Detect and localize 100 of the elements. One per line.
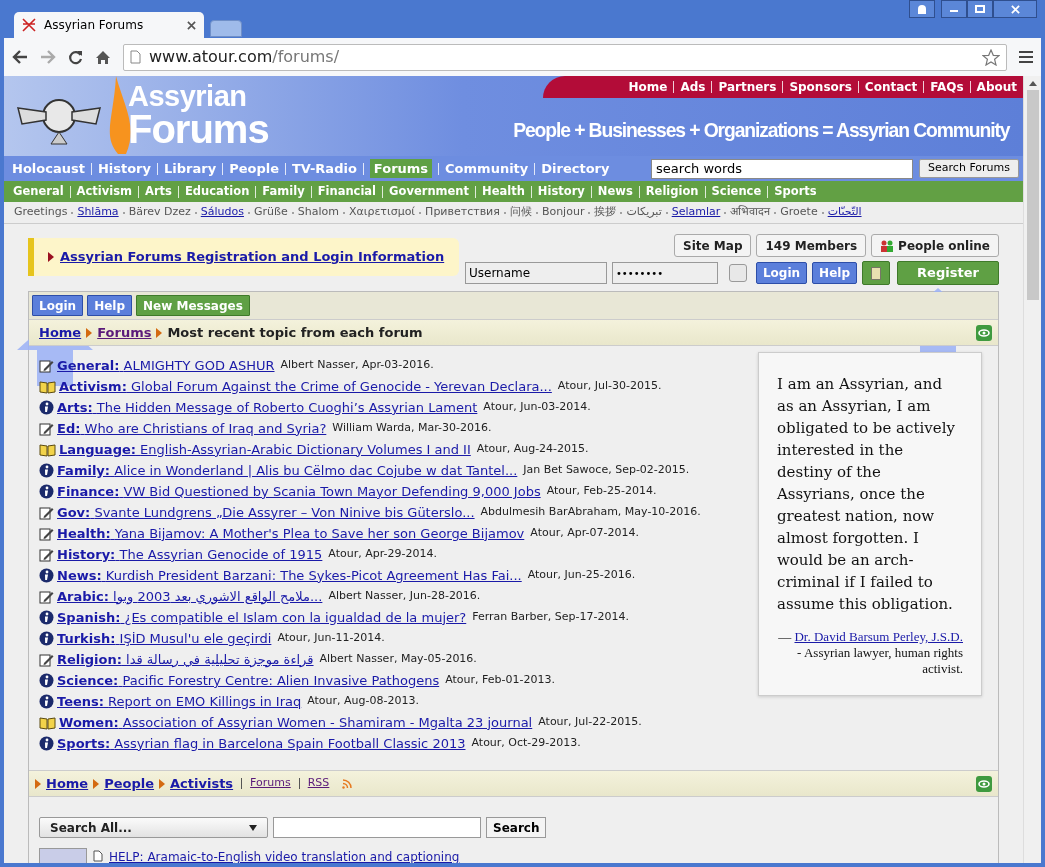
greeting-link[interactable]: Shlāma (77, 204, 119, 221)
info-icon (39, 631, 54, 646)
search-forums-button[interactable]: Search Forums (919, 159, 1019, 178)
top-link[interactable]: Ads (680, 78, 706, 96)
star-icon[interactable] (982, 48, 1000, 66)
forum-topic-link[interactable]: Arts: The Hidden Message of Roberto Cuoghi’s Assyrian Lament (57, 397, 478, 418)
forum-topic-link[interactable]: Gov: Svante Lundgrens „Die Assyrer – Von Ninive bis Güterslo... (57, 502, 475, 523)
toolbar-button[interactable]: Help (87, 295, 133, 316)
footer-link[interactable]: Forums (250, 775, 291, 792)
key-icon[interactable] (862, 261, 890, 285)
author-link[interactable]: Dr. David Barsum Perley, J.S.D. (794, 629, 963, 644)
quote-text: I am an Assyrian, and as an Assyrian, I am obligated to be actively interested in the destiny of the Assyrians, once the greatest nation, now almost forgotten. I would be an arch-criminal if I failed to assume this obligation. (777, 374, 956, 615)
info-icon (39, 736, 54, 751)
scroll-thumb[interactable] (1026, 90, 1039, 300)
post-meta: Jan Bet Sawoce, Sep-02-2015. (523, 462, 690, 479)
forum-topic-link[interactable]: Teens: Report on EMO Killings in Iraq (57, 691, 302, 712)
search-field[interactable]: search words (651, 158, 914, 179)
refresh-icon[interactable] (976, 775, 992, 792)
greeting-text: Greetings (14, 204, 68, 221)
forum-topic-link[interactable]: Women: Association of Assyrian Women - Shamiram - Mgalta 23 journal (59, 712, 533, 733)
info-button[interactable]: 149 Members (756, 234, 867, 257)
pencil-note-icon (39, 652, 54, 667)
top-link[interactable]: Partners (718, 78, 777, 96)
forum-topic-link[interactable]: General: ALMIGHTY GOD ASHUR (57, 355, 275, 376)
breadcrumb-link[interactable]: Forums (97, 322, 152, 343)
greeting-text: Bärev Dzez (128, 204, 191, 221)
top-link[interactable]: Home (628, 78, 668, 96)
post-meta: Atour, Jul-30-2015. (557, 378, 662, 395)
toolbar-button[interactable]: Login (32, 295, 84, 316)
breadcrumb-link[interactable]: People (104, 773, 155, 794)
breadcrumb-link[interactable]: Home (46, 773, 89, 794)
rss-icon[interactable] (342, 778, 353, 789)
remember-checkbox[interactable] (728, 264, 747, 282)
close-button[interactable] (993, 0, 1037, 18)
forum-topic-link[interactable]: Science: Pacific Forestry Centre: Alien Invasive Pathogens (57, 670, 440, 691)
info-button[interactable]: Site Map (674, 234, 752, 257)
help-topic-link[interactable]: HELP: Aramaic-to-English video translation and captioning (109, 848, 460, 863)
forum-topic-link[interactable]: Language: English-Assyrian-Arabic Dictionary Volumes I and II (59, 439, 471, 460)
forum-topic-link[interactable]: Turkish: IŞİD Musul'u ele geçirdi (57, 628, 272, 649)
url-path: /forums/ (272, 47, 340, 66)
registration-link[interactable]: Assyrian Forums Registration and Login Information (60, 247, 445, 267)
greeting-link[interactable]: Sáludos (200, 204, 244, 221)
pencil-note-icon (39, 505, 54, 520)
forum-topic-link[interactable]: Health: Yana Bijamov: A Mother's Plea to Save her son George Bijamov (57, 523, 525, 544)
greeting-text: Shalom (297, 204, 339, 221)
info-icon (39, 610, 54, 625)
quote-attribution: — Dr. David Barsum Perley, J.S.D. - Assyrian lawyer, human rights activist. (777, 629, 963, 677)
pencil-note-icon (39, 589, 54, 604)
info-icon (39, 400, 54, 415)
maximize-button[interactable] (967, 0, 993, 18)
greeting-text: Bonjour (541, 204, 585, 221)
forum-topic-link[interactable]: Finance: VW Bid Questioned by Scania Town Mayor Defending 9,000 Jobs (57, 481, 541, 502)
greeting-text: 挨拶 (594, 204, 617, 221)
forum-topic-link[interactable]: Activism: Global Forum Against the Crime of Genocide - Yerevan Declara... (59, 376, 552, 397)
greeting-text: 问候 (509, 204, 532, 221)
top-link[interactable]: About (976, 78, 1017, 96)
top-link[interactable]: Sponsors (789, 78, 852, 96)
scroll-up-icon[interactable] (1028, 81, 1037, 86)
top-link[interactable]: FAQs (930, 78, 964, 96)
breadcrumb-link[interactable]: Activists (170, 773, 234, 794)
pencil-note-icon (39, 358, 54, 373)
greeting-text: अभिवादन (730, 204, 771, 221)
minimize-button[interactable] (941, 0, 967, 18)
forum-topic-link[interactable]: History: The Assyrian Genocide of 1915 (57, 544, 323, 565)
greeting-text: Groete (780, 204, 818, 221)
forum-topic-link[interactable]: Spanish: ¿Es compatible el Islam con la igualdad de la mujer? (57, 607, 467, 628)
tagline: People + Businesses + Organizations = Assyrian Community (512, 117, 1009, 143)
search-button[interactable]: Search (486, 817, 547, 838)
address-field[interactable]: www.atour.com/forums/ (123, 43, 1007, 71)
forum-topic-link[interactable]: Sports: Assyrian flag in Barcelona Spain Football Classic 2013 (57, 733, 466, 754)
info-button[interactable]: People online (871, 234, 999, 257)
scrollbar[interactable] (1023, 76, 1041, 863)
top-link[interactable]: Contact (864, 78, 918, 96)
browser-tab[interactable]: Assyrian Forums (14, 12, 204, 38)
help-button[interactable]: Help (812, 262, 857, 284)
close-icon[interactable] (187, 20, 196, 30)
menu-icon[interactable] (1019, 51, 1033, 63)
forum-topic-link[interactable]: Family: Alice in Wonderland | Alis bu Cëlmo dac Cojube w dat Tantel... (57, 460, 518, 481)
pencil-note-icon (39, 421, 54, 436)
back-icon[interactable] (12, 50, 28, 64)
greeting-link[interactable]: Selamlar (671, 204, 721, 221)
search-scope-select[interactable]: Search All... (39, 817, 268, 838)
search-input[interactable] (273, 817, 481, 838)
page-icon (130, 50, 141, 64)
footer-link[interactable]: RSS (307, 775, 330, 792)
reload-icon[interactable] (68, 49, 83, 65)
post-meta: Atour, Apr-29-2014. (328, 546, 437, 563)
breadcrumb-link[interactable]: Home (39, 322, 82, 343)
greeting-link[interactable]: التّحيّات (827, 204, 862, 221)
password-field[interactable]: •••••••• (611, 262, 718, 284)
forum-topic-link[interactable]: Ed: Who are Christians of Iraq and Syria? (57, 418, 327, 439)
home-icon[interactable] (95, 49, 111, 65)
refresh-icon[interactable] (976, 324, 992, 341)
forum-topic-link[interactable]: News: Kurdish President Barzani: The Sykes-Picot Agreement Has Fai... (57, 565, 522, 586)
user-icon[interactable] (909, 0, 935, 18)
pencil-note-icon (39, 547, 54, 562)
dropdown-icon (249, 824, 257, 831)
login-button[interactable]: Login (755, 262, 808, 284)
username-field[interactable]: Username (464, 262, 607, 284)
post-meta: Albert Nasser, Apr-03-2016. (280, 357, 434, 374)
